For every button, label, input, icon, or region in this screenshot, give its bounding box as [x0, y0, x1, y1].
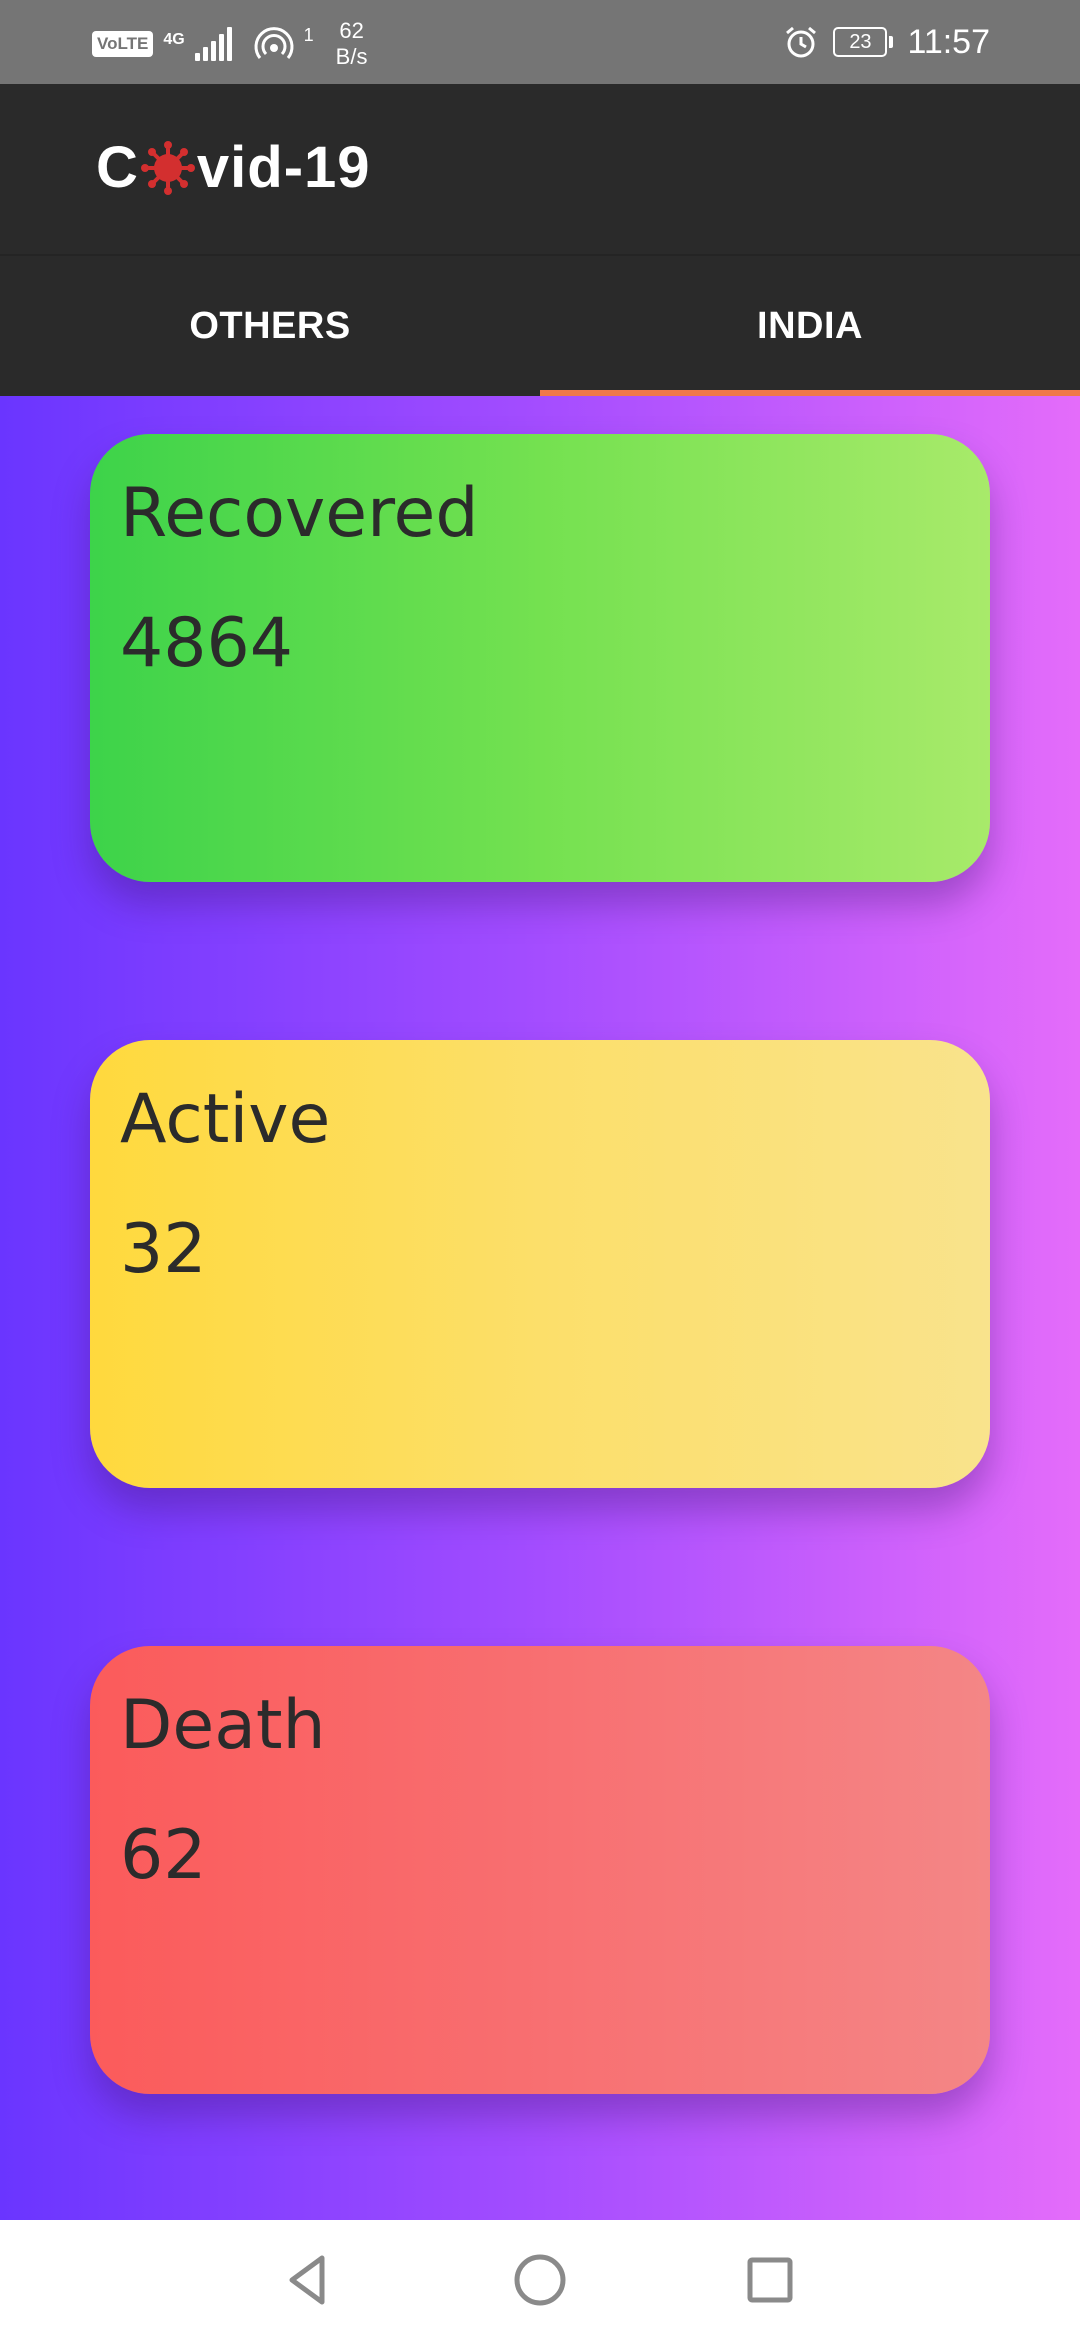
back-triangle-icon[interactable]: [278, 2250, 338, 2310]
card-label: Death: [120, 1686, 326, 1765]
home-circle-icon[interactable]: [510, 2250, 570, 2310]
card-label: Recovered: [120, 474, 479, 553]
card-value: 32: [120, 1210, 207, 1289]
hotspot-count: 1: [303, 24, 314, 45]
status-bar: VoLTE 4G 1 62 B/s 23 11:57: [0, 0, 1080, 84]
death-card[interactable]: Death 62: [90, 1646, 990, 2094]
tab-others[interactable]: OTHERS: [0, 256, 540, 396]
list-item: Recovered 4864: [90, 396, 990, 1002]
recovered-card[interactable]: Recovered 4864: [90, 434, 990, 882]
tab-others-label: OTHERS: [189, 304, 351, 347]
recents-square-icon[interactable]: [740, 2250, 800, 2310]
card-value: 62: [120, 1816, 207, 1895]
clock: 11:57: [907, 22, 990, 61]
volte-badge: VoLTE: [92, 31, 154, 57]
status-right-group: 23 11:57: [783, 14, 990, 70]
status-left-group: VoLTE 4G 1 62 B/s: [92, 18, 367, 70]
screen: VoLTE 4G 1 62 B/s 23 11:57 C vid-19 OTHE…: [0, 0, 1080, 2340]
card-value: 4864: [120, 604, 294, 683]
app-bar: C vid-19: [0, 84, 1080, 254]
app-title-suffix: vid-19: [196, 135, 371, 200]
active-card[interactable]: Active 32: [90, 1040, 990, 1488]
tab-bar: OTHERS INDIA: [0, 254, 1080, 396]
virus-icon: [140, 140, 195, 195]
hotspot-icon: [254, 27, 294, 59]
list-item: Active 32: [90, 1002, 990, 1608]
battery-level: 23: [833, 27, 888, 57]
network-speed: 62 B/s: [336, 18, 368, 70]
stats-list[interactable]: Recovered 4864 Active 32 Death 62: [0, 396, 1080, 2220]
network-speed-value: 62: [339, 18, 364, 43]
app-title: C vid-19: [96, 134, 371, 201]
battery-icon: 23: [833, 27, 894, 57]
card-label: Active: [120, 1080, 331, 1159]
list-item: Death 62: [90, 1608, 990, 2214]
tab-india-label: INDIA: [757, 304, 863, 347]
network-speed-unit: B/s: [335, 44, 368, 69]
tab-india[interactable]: INDIA: [540, 256, 1080, 396]
app-title-prefix: C: [96, 135, 139, 200]
system-nav-bar: [0, 2220, 1080, 2340]
alarm-icon: [786, 26, 817, 58]
battery-tip: [889, 36, 894, 48]
signal-strength-icon: [194, 27, 232, 61]
network-type: 4G: [163, 31, 185, 48]
